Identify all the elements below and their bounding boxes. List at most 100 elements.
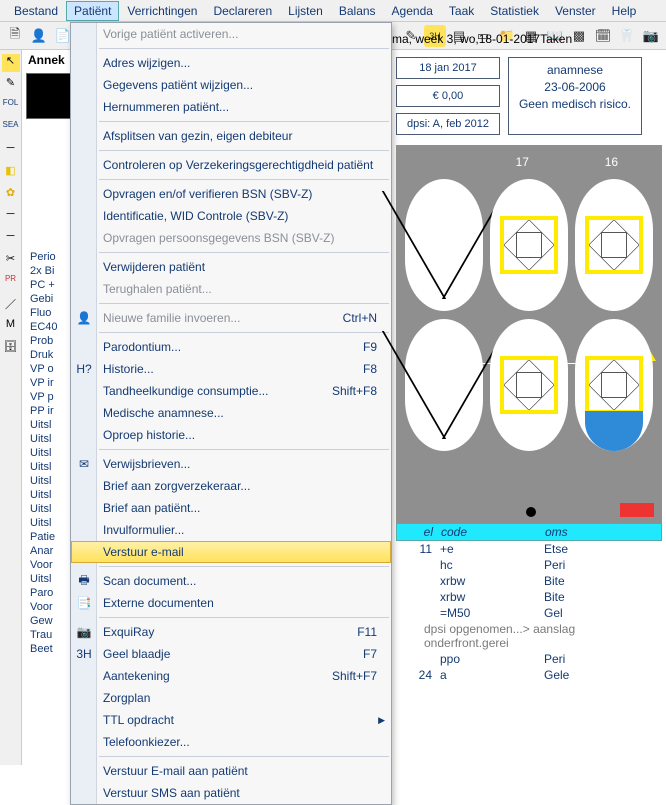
menu-agenda[interactable]: Agenda xyxy=(384,1,441,21)
menu-taak[interactable]: Taak xyxy=(441,1,482,21)
menu-item[interactable]: Geel blaadje3HF7 xyxy=(71,643,391,665)
person-icon[interactable]: 👤 xyxy=(28,25,50,47)
menu-lijsten[interactable]: Lijsten xyxy=(280,1,331,21)
divider: ─ xyxy=(2,142,20,160)
menu-item[interactable]: Gegevens patiënt wijzigen... xyxy=(71,74,391,96)
scissors-icon[interactable]: ✂ xyxy=(2,252,20,270)
menu-item: Terughalen patiënt... xyxy=(71,278,391,300)
slash-icon[interactable]: ／ xyxy=(2,296,20,314)
menu-declareren[interactable]: Declareren xyxy=(205,1,280,21)
menu-item[interactable]: Historie...H?F8 xyxy=(71,358,391,380)
menu-item-icon: 👤 xyxy=(75,311,93,325)
menu-separator xyxy=(99,121,389,122)
date-field[interactable]: 18-01-2017 xyxy=(479,32,540,46)
menu-item[interactable]: Identificatie, WID Controle (SBV-Z) xyxy=(71,205,391,227)
tooth-slot[interactable] xyxy=(575,319,653,451)
tooth-slot[interactable] xyxy=(405,319,483,451)
menu-item[interactable]: Scan document...🖶 xyxy=(71,570,391,592)
menu-patiënt[interactable]: Patiënt xyxy=(66,1,119,21)
table-row[interactable]: ppoPeri xyxy=(396,651,662,667)
menu-item[interactable]: Verwijderen patiënt xyxy=(71,256,391,278)
menu-shortcut: Ctrl+N xyxy=(343,311,377,325)
calendar-icon[interactable]: 🗓 xyxy=(592,25,614,47)
tooth-icon[interactable]: 🦷 xyxy=(616,25,638,47)
visit-date-card[interactable]: 18 jan 2017 xyxy=(396,57,500,79)
anamnese-card[interactable]: anamnese 23-06-2006 Geen medisch risico. xyxy=(508,57,642,135)
wand-icon[interactable]: ✎ xyxy=(2,76,20,94)
menu-item[interactable]: Tandheelkundige consumptie...Shift+F8 xyxy=(71,380,391,402)
anamnese-note: Geen medisch risico. xyxy=(519,96,631,113)
tooth-slot[interactable] xyxy=(575,179,653,311)
taken-button[interactable]: Taken xyxy=(540,32,572,46)
patient-name-label: Annek xyxy=(24,51,74,69)
menu-item[interactable]: AantekeningShift+F7 xyxy=(71,665,391,687)
m-icon[interactable]: М xyxy=(2,318,20,336)
menu-separator xyxy=(99,449,389,450)
tooth-num: 17 xyxy=(516,155,529,169)
odontogram: 17 16 R xyxy=(396,145,662,523)
menu-item[interactable]: Verwijsbrieven...✉ xyxy=(71,453,391,475)
menu-item[interactable]: Verstuur E-mail aan patiënt xyxy=(71,760,391,782)
menu-item: Vorige patiënt activeren... xyxy=(71,23,391,45)
amount-card[interactable]: € 0,00 xyxy=(396,85,500,107)
menu-shortcut: Shift+F8 xyxy=(332,384,377,398)
tooth-slot[interactable] xyxy=(490,179,568,311)
cursor-icon[interactable]: ↖ xyxy=(2,54,20,72)
menu-item[interactable]: Parodontium...F9 xyxy=(71,336,391,358)
menubar: BestandPatiëntVerrichtingenDeclarerenLij… xyxy=(0,0,666,22)
pr-label[interactable]: PR xyxy=(2,274,20,292)
menu-item[interactable]: Invulformulier... xyxy=(71,519,391,541)
db-icon[interactable]: 🗄 xyxy=(2,340,20,358)
table-row[interactable]: hcPeri xyxy=(396,557,662,573)
menu-item[interactable]: Oproep historie... xyxy=(71,424,391,446)
patient-menu-dropdown: Vorige patiënt activeren... Adres wijzige… xyxy=(70,22,392,805)
gear-yellow-icon[interactable]: ✿ xyxy=(2,186,20,204)
table-row[interactable]: dpsi opgenomen...> aanslag onderfront.ge… xyxy=(396,621,662,651)
table-row[interactable]: =M50Gel xyxy=(396,605,662,621)
table-row[interactable]: 11+eEtse xyxy=(396,541,662,557)
menu-item[interactable]: Zorgplan xyxy=(71,687,391,709)
menu-separator xyxy=(99,252,389,253)
menu-item[interactable]: Externe documenten📑 xyxy=(71,592,391,614)
menu-item-icon: 📑 xyxy=(75,596,93,610)
menu-item[interactable]: Brief aan zorgverzekeraar... xyxy=(71,475,391,497)
week-day-label: ma, week 3, wo, xyxy=(392,32,479,46)
fol-label[interactable]: FOL xyxy=(2,98,20,116)
menu-item[interactable]: Afsplitsen van gezin, eigen debiteur xyxy=(71,125,391,147)
menu-item[interactable]: Hernummeren patiënt... xyxy=(71,96,391,118)
menu-bestand[interactable]: Bestand xyxy=(6,1,66,21)
tooth-slot[interactable] xyxy=(405,179,483,311)
dpsi-card[interactable]: dpsi: A, feb 2012 xyxy=(396,113,500,135)
table-row[interactable]: xrbwBite xyxy=(396,589,662,605)
menu-item[interactable]: ExquiRay📷F11 xyxy=(71,621,391,643)
menu-balans[interactable]: Balans xyxy=(331,1,384,21)
menu-item[interactable]: Medische anamnese... xyxy=(71,402,391,424)
camera-icon[interactable]: 📷 xyxy=(640,25,662,47)
menu-venster[interactable]: Venster xyxy=(547,1,604,21)
patient-photo-placeholder xyxy=(26,73,72,119)
menu-separator xyxy=(99,179,389,180)
anamnese-title: anamnese xyxy=(519,62,631,79)
menu-item-icon: 📷 xyxy=(75,625,93,639)
menu-shortcut: F7 xyxy=(363,647,377,661)
menu-item[interactable]: Brief aan patiënt... xyxy=(71,497,391,519)
menu-statistiek[interactable]: Statistiek xyxy=(482,1,547,21)
menu-item[interactable]: Opvragen en/of verifieren BSN (SBV-Z) xyxy=(71,183,391,205)
menu-item[interactable]: Controleren op Verzekeringsgerechtigdhei… xyxy=(71,154,391,176)
menu-item[interactable]: TTL opdracht▶ xyxy=(71,709,391,731)
menu-item[interactable]: Adres wijzigen... xyxy=(71,52,391,74)
menu-verrichtingen[interactable]: Verrichtingen xyxy=(119,1,205,21)
menu-item[interactable]: Verstuur SMS aan patiënt xyxy=(71,782,391,804)
table-row[interactable]: 24aGele xyxy=(396,667,662,683)
menu-separator xyxy=(99,756,389,757)
new-doc-icon[interactable]: 🗎 xyxy=(4,25,26,47)
line-icon[interactable]: ─ xyxy=(2,208,20,226)
menu-item[interactable]: Telefoonkiezer... xyxy=(71,731,391,753)
tooth-slot[interactable] xyxy=(490,319,568,451)
menu-help[interactable]: Help xyxy=(604,1,645,21)
table-row[interactable]: xrbwBite xyxy=(396,573,662,589)
menu-separator xyxy=(99,332,389,333)
yellow-square-icon[interactable]: ◧ xyxy=(2,164,20,182)
menu-item[interactable]: Verstuur e-mail xyxy=(71,541,391,563)
sea-label[interactable]: SEA xyxy=(2,120,20,138)
